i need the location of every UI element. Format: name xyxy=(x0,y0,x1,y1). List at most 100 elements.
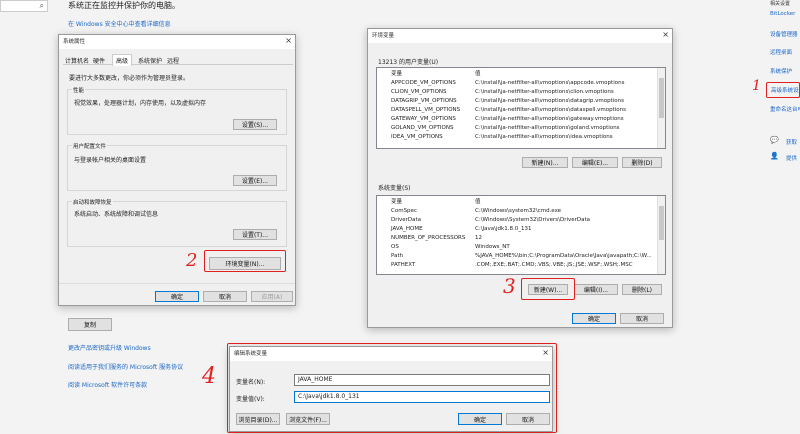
security-link[interactable]: 在 Windows 安全中心中查看详细信息 xyxy=(68,19,171,28)
device-manager-link[interactable]: 设备管理器 xyxy=(770,30,798,38)
startup-group: 启动和故障恢复 系统启动、系统故障和调试信息 xyxy=(67,198,287,247)
startup-desc: 系统启动、系统故障和调试信息 xyxy=(74,211,159,218)
user-delete-button[interactable]: 删除(D) xyxy=(622,157,662,168)
tab-advanced[interactable]: 高级 xyxy=(112,54,133,66)
ok-button[interactable]: 确定 xyxy=(155,291,199,302)
environment-variables-dialog: 环境变量 × 13213 的用户变量(U) 变量 值 APPCODE_VM_OP… xyxy=(367,28,673,328)
var-name: GOLAND_VM_OPTIONS xyxy=(391,125,454,131)
var-name: ComSpec xyxy=(391,208,417,214)
annotation-box-3 xyxy=(521,278,575,300)
var-value: C:\Java\jdk1.8.0_131 xyxy=(475,226,532,232)
var-value: C:\install\ja-netfilter-all\vmoptions\ap… xyxy=(475,80,625,86)
annotation-number-3: 3 xyxy=(503,274,516,298)
cancel-button[interactable]: 取消 xyxy=(203,291,247,302)
user-table-scrollbar[interactable] xyxy=(657,68,665,148)
admin-note: 要进行大多数更改，你必须作为管理员登录。 xyxy=(69,75,190,82)
system-table-scrollbar[interactable] xyxy=(657,196,665,274)
bitlocker-link[interactable]: BitLocker xyxy=(770,11,795,17)
system-delete-button[interactable]: 删除(L) xyxy=(622,284,662,295)
user-variables-label: 13213 的用户变量(U) xyxy=(378,59,439,66)
right-panel: 相关设置 BitLocker 设备管理器 远程桌面 系统保护 高级系统设置 重命… xyxy=(768,0,800,434)
column-header-value: 值 xyxy=(475,71,481,77)
var-name: DATASPELL_VM_OPTIONS xyxy=(391,107,461,113)
search-box[interactable]: ⌕ xyxy=(0,0,48,12)
table-header: 变量 值 xyxy=(377,198,657,206)
dialog-title: 系统属性 xyxy=(63,39,86,45)
profiles-desc: 与登录帐户相关的桌面设置 xyxy=(74,157,147,164)
tab-system-protection[interactable]: 系统保护 xyxy=(138,56,162,65)
help-icon: 💬 xyxy=(770,136,779,144)
scrollbar-thumb[interactable] xyxy=(659,206,664,240)
system-variables-label: 系统变量(S) xyxy=(378,185,411,192)
var-name: OS xyxy=(391,244,399,250)
close-icon[interactable]: × xyxy=(662,30,669,39)
annotation-number-2: 2 xyxy=(186,250,198,271)
table-header: 变量 值 xyxy=(377,70,657,78)
var-name: IDEA_VM_OPTIONS xyxy=(391,134,443,140)
performance-settings-button[interactable]: 设置(S)... xyxy=(233,119,277,130)
annotation-box-2 xyxy=(204,250,286,272)
startup-label: 启动和故障恢复 xyxy=(72,198,113,206)
annotation-box-1 xyxy=(766,82,800,98)
environment-variables-titlebar: 环境变量 xyxy=(368,29,672,43)
scrollbar-thumb[interactable] xyxy=(659,78,664,118)
feedback-link[interactable]: 提供 xyxy=(786,154,797,162)
var-value: Windows_NT xyxy=(475,244,510,250)
copy-button[interactable]: 复制 xyxy=(68,318,112,331)
var-name: NUMBER_OF_PROCESSORS xyxy=(391,235,466,241)
system-variables-table[interactable]: 变量 值 ComSpec C:\Windows\system32\cmd.exe … xyxy=(376,195,666,275)
user-edit-button[interactable]: 编辑(E)... xyxy=(572,157,618,168)
var-name: APPCODE_VM_OPTIONS xyxy=(391,80,456,86)
var-name: Path xyxy=(391,253,404,259)
var-name: DATAGRIP_VM_OPTIONS xyxy=(391,98,457,104)
license-link[interactable]: 阅读 Microsoft 软件许可条款 xyxy=(68,380,147,389)
tab-bar: 计算机名 硬件 高级 系统保护 远程 xyxy=(63,54,293,66)
profiles-label: 用户配置文件 xyxy=(72,142,108,150)
upgrade-link[interactable]: 更改产品密钥或升级 Windows xyxy=(68,343,151,352)
help-link[interactable]: 获取 xyxy=(786,138,797,146)
performance-label: 性能 xyxy=(72,86,86,94)
close-icon[interactable]: × xyxy=(285,36,292,45)
system-properties-titlebar: 系统属性 xyxy=(59,35,295,49)
right-panel-header: 相关设置 xyxy=(770,1,791,7)
startup-settings-button[interactable]: 设置(T)... xyxy=(233,229,277,240)
rename-pc-link[interactable]: 重命名这台电脑 xyxy=(770,105,800,113)
var-value: C:\install\ja-netfilter-all\vmoptions\da… xyxy=(475,107,627,113)
var-value: .COM;.EXE;.BAT;.CMD;.VBS;.VBE;.JS;.JSE;.… xyxy=(475,262,633,268)
performance-desc: 视觉效果，处理器计划，内存使用，以及虚拟内存 xyxy=(74,100,207,107)
profiles-settings-button[interactable]: 设置(E)... xyxy=(233,175,277,186)
var-value: C:\Windows\System32\Drivers\DriverData xyxy=(475,217,591,223)
annotation-box-4 xyxy=(227,343,557,433)
search-icon: ⌕ xyxy=(39,1,44,10)
var-name: JAVA_HOME xyxy=(391,226,423,232)
user-new-button[interactable]: 新建(N)... xyxy=(522,157,568,168)
dialog-title: 环境变量 xyxy=(372,33,395,39)
column-header-variable: 变量 xyxy=(391,71,403,77)
var-value: C:\Windows\system32\cmd.exe xyxy=(475,208,562,214)
column-header-variable: 变量 xyxy=(391,199,403,205)
var-name: GATEWAY_VM_OPTIONS xyxy=(391,116,456,122)
system-edit-button[interactable]: 编辑(I)... xyxy=(574,284,618,295)
remote-desktop-link[interactable]: 远程桌面 xyxy=(770,48,792,56)
tab-computer-name[interactable]: 计算机名 xyxy=(65,56,89,65)
var-value: C:\install\ja-netfilter-all\vmoptions\id… xyxy=(475,134,613,140)
var-value: C:\install\ja-netfilter-all\vmoptions\da… xyxy=(475,98,624,104)
user-variables-table[interactable]: 变量 值 APPCODE_VM_OPTIONS C:\install\ja-net… xyxy=(376,67,666,149)
annotation-number-4: 4 xyxy=(202,364,216,389)
apply-button[interactable]: 应用(A) xyxy=(251,291,293,302)
var-value: C:\install\ja-netfilter-all\vmoptions\cl… xyxy=(475,89,614,95)
var-value: C:\install\ja-netfilter-all\vmoptions\go… xyxy=(475,125,620,131)
tab-remote[interactable]: 远程 xyxy=(167,56,179,65)
var-name: PATHEXT xyxy=(391,262,416,268)
var-name: DriverData xyxy=(391,217,422,223)
page-heading: 系统正在监控并保护你的电脑。 xyxy=(68,1,180,10)
system-protection-link[interactable]: 系统保护 xyxy=(770,67,792,75)
service-agreement-link[interactable]: 阅读适用于我们服务的 Microsoft 服务协议 xyxy=(68,362,183,371)
var-value: %JAVA_HOME%\bin;C:\ProgramData\Oracle\Ja… xyxy=(475,253,652,259)
feedback-icon: 👤 xyxy=(770,152,779,160)
var-name: CLION_VM_OPTIONS xyxy=(391,89,447,95)
tab-hardware[interactable]: 硬件 xyxy=(93,56,105,65)
ok-button[interactable]: 确定 xyxy=(572,313,616,324)
var-value: 12 xyxy=(475,235,482,241)
cancel-button[interactable]: 取消 xyxy=(620,313,664,324)
